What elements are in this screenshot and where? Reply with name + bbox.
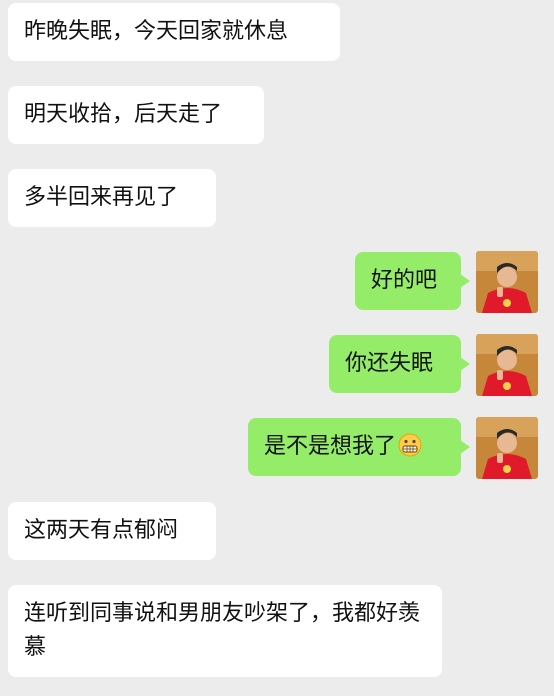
message-text: 昨晚失眠，今天回家就休息 [24, 19, 289, 44]
incoming-message-bubble[interactable]: 明天收拾，后天走了 [8, 86, 264, 144]
message-text: 连听到同事说和男朋友吵架了，我都好羡慕 [24, 601, 421, 660]
incoming-message-bubble[interactable]: 这两天有点郁闷 [8, 502, 216, 560]
avatar[interactable] [476, 251, 538, 313]
outgoing-message-bubble[interactable]: 你还失眠 [329, 335, 470, 393]
message-text: 好的吧 [371, 268, 438, 293]
avatar-photo-icon [476, 417, 538, 479]
chat-message-list: 昨晚失眠，今天回家就休息 明天收拾，后天走了 多半回来再见了 好的吧 你还失眠 [0, 0, 554, 696]
avatar[interactable] [476, 417, 538, 479]
message-text: 这两天有点郁闷 [24, 518, 179, 543]
outgoing-message-bubble[interactable]: 是不是想我了 [248, 418, 470, 476]
outgoing-message-bubble[interactable]: 好的吧 [355, 252, 470, 310]
incoming-message-bubble[interactable]: 昨晚失眠，今天回家就休息 [8, 3, 340, 61]
grimacing-face-icon [398, 433, 422, 457]
message-text: 明天收拾，后天走了 [24, 102, 223, 127]
avatar-photo-icon [476, 251, 538, 313]
avatar[interactable] [476, 334, 538, 396]
incoming-message-bubble[interactable]: 多半回来再见了 [8, 169, 216, 227]
incoming-message-bubble[interactable]: 连听到同事说和男朋友吵架了，我都好羡慕 [8, 585, 442, 677]
message-text: 你还失眠 [345, 351, 434, 376]
message-text: 多半回来再见了 [24, 185, 179, 210]
message-text: 是不是想我了 [264, 434, 397, 459]
avatar-photo-icon [476, 334, 538, 396]
